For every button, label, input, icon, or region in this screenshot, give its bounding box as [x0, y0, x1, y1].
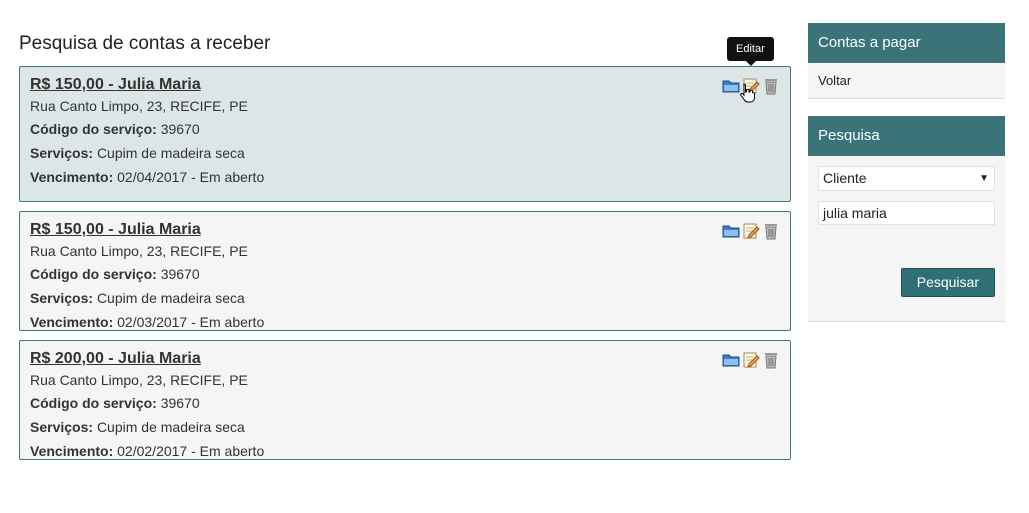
- vencimento-label: Vencimento:: [30, 314, 114, 330]
- vencimento-value: 02/02/2017 - Em aberto: [117, 443, 265, 459]
- list-item[interactable]: R$ 150,00 - Julia Maria Rua Canto Limpo,…: [19, 211, 791, 331]
- search-panel: Pesquisa Cliente ▼ julia maria Pesquisar: [808, 116, 1005, 322]
- card-address: Rua Canto Limpo, 23, RECIFE, PE: [30, 98, 248, 114]
- list-item[interactable]: R$ 200,00 - Julia Maria Rua Canto Limpo,…: [19, 340, 791, 460]
- codigo-label: Código do serviço:: [30, 121, 157, 137]
- card-codigo: Código do serviço: 39670: [30, 262, 780, 286]
- card-servicos: Serviços: Cupim de madeira seca: [30, 286, 780, 310]
- trash-icon[interactable]: [762, 222, 780, 240]
- card-codigo: Código do serviço: 39670: [30, 117, 780, 141]
- card-servicos: Serviços: Cupim de madeira seca: [30, 415, 780, 439]
- folder-icon[interactable]: [722, 77, 740, 95]
- contas-panel: Contas a pagar Voltar: [808, 23, 1005, 99]
- search-button[interactable]: Pesquisar: [900, 268, 995, 297]
- search-panel-title: Pesquisa: [808, 116, 1005, 156]
- card-title-link[interactable]: R$ 150,00 - Julia Maria: [30, 75, 201, 95]
- folder-icon[interactable]: [722, 222, 740, 240]
- servicos-value: Cupim de madeira seca: [96, 419, 245, 435]
- servicos-label: Serviços:: [30, 145, 94, 161]
- servicos-value: Cupim de madeira seca: [96, 290, 245, 306]
- search-type-select[interactable]: Cliente ▼: [818, 166, 995, 191]
- trash-icon[interactable]: [762, 77, 780, 95]
- edit-icon[interactable]: [742, 222, 760, 240]
- list-item[interactable]: R$ 150,00 - Julia Maria Rua Canto Limpo,…: [19, 66, 791, 202]
- vencimento-label: Vencimento:: [30, 169, 114, 185]
- card-address: Rua Canto Limpo, 23, RECIFE, PE: [30, 243, 248, 259]
- folder-icon[interactable]: [722, 351, 740, 369]
- voltar-link[interactable]: Voltar: [818, 73, 851, 88]
- codigo-value: 39670: [160, 266, 200, 282]
- card-servicos: Serviços: Cupim de madeira seca: [30, 141, 780, 165]
- servicos-label: Serviços:: [30, 419, 94, 435]
- page-title: Pesquisa de contas a receber: [19, 33, 271, 54]
- chevron-down-icon: ▼: [979, 173, 989, 184]
- card-vencimento: Vencimento: 02/04/2017 - Em aberto: [30, 165, 780, 189]
- contas-panel-title: Contas a pagar: [808, 23, 1005, 63]
- vencimento-value: 02/04/2017 - Em aberto: [117, 169, 265, 185]
- codigo-value: 39670: [160, 395, 200, 411]
- card-address: Rua Canto Limpo, 23, RECIFE, PE: [30, 372, 248, 388]
- card-vencimento: Vencimento: 02/02/2017 - Em aberto: [30, 439, 780, 463]
- main-content: Pesquisa de contas a receber R$ 150,00 -…: [19, 22, 791, 469]
- codigo-label: Código do serviço:: [30, 395, 157, 411]
- select-value: Cliente: [823, 170, 867, 186]
- servicos-value: Cupim de madeira seca: [96, 145, 245, 161]
- vencimento-label: Vencimento:: [30, 443, 114, 459]
- codigo-value: 39670: [160, 121, 200, 137]
- edit-icon[interactable]: [742, 351, 760, 369]
- hand-cursor-icon: [740, 83, 755, 103]
- vencimento-value: 02/03/2017 - Em aberto: [117, 314, 265, 330]
- card-title-link[interactable]: R$ 200,00 - Julia Maria: [30, 349, 201, 369]
- card-codigo: Código do serviço: 39670: [30, 391, 780, 415]
- card-title-link[interactable]: R$ 150,00 - Julia Maria: [30, 220, 201, 240]
- codigo-label: Código do serviço:: [30, 266, 157, 282]
- card-actions: [722, 351, 780, 369]
- trash-icon[interactable]: [762, 351, 780, 369]
- edit-tooltip: Editar: [727, 37, 774, 66]
- card-actions: [722, 222, 780, 240]
- servicos-label: Serviços:: [30, 290, 94, 306]
- card-vencimento: Vencimento: 02/03/2017 - Em aberto: [30, 310, 780, 334]
- search-input[interactable]: julia maria: [818, 201, 995, 225]
